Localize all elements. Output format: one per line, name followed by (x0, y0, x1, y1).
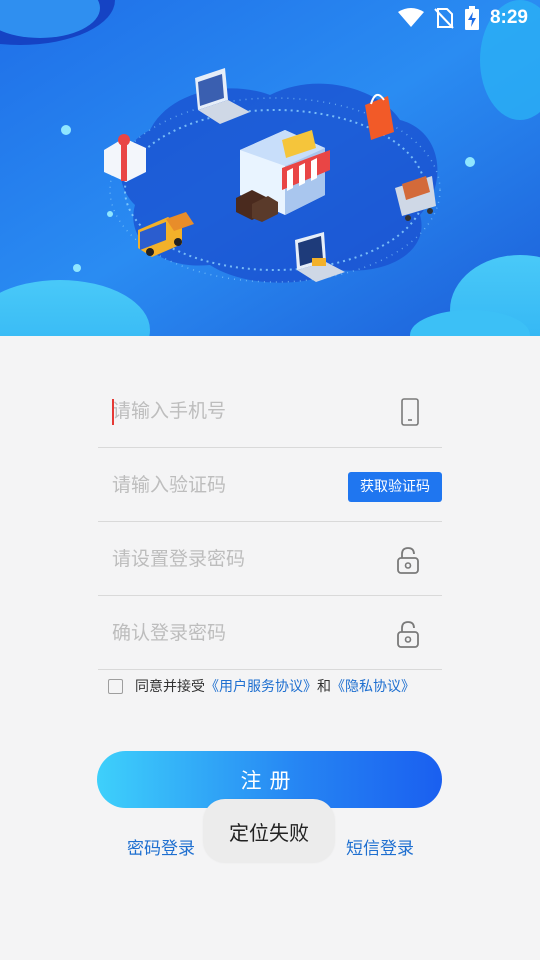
unlock-icon (397, 547, 419, 574)
unlock-icon (397, 621, 419, 648)
phone-field-row (98, 374, 442, 448)
agreement-and: 和 (317, 679, 331, 695)
hero-banner (0, 0, 540, 336)
status-bar: 8:29 (397, 0, 540, 36)
code-field-row: 获取验证码 (98, 448, 442, 522)
password-input[interactable] (112, 542, 362, 576)
sms-login-link[interactable]: 短信登录 (346, 834, 414, 859)
agreement-prefix: 同意并接受 (135, 679, 205, 695)
agreement-checkbox[interactable] (108, 678, 123, 694)
get-code-button[interactable]: 获取验证码 (348, 472, 442, 502)
password-field-row (98, 522, 442, 596)
confirm-password-field-row (98, 596, 442, 670)
phone-icon (401, 398, 419, 426)
battery-charging-icon (464, 6, 479, 30)
password-login-link[interactable]: 密码登录 (127, 834, 195, 859)
confirm-password-input[interactable] (112, 616, 362, 650)
register-form: 获取验证码 (98, 374, 442, 670)
no-sim-icon (434, 8, 454, 29)
verification-code-input[interactable] (112, 468, 362, 502)
text-cursor (112, 399, 114, 425)
privacy-policy-link[interactable]: 《隐私协议》 (331, 676, 415, 696)
phone-input[interactable] (112, 394, 362, 428)
e-commerce-store-illustration (0, 0, 540, 336)
status-time: 8:29 (489, 7, 528, 28)
agreement-row: 同意并接受 《用户服务协议》 和 《隐私协议》 (108, 676, 415, 696)
wifi-icon (397, 8, 424, 27)
toast-message: 定位失败 (203, 799, 335, 863)
user-agreement-link[interactable]: 《用户服务协议》 (205, 676, 317, 696)
